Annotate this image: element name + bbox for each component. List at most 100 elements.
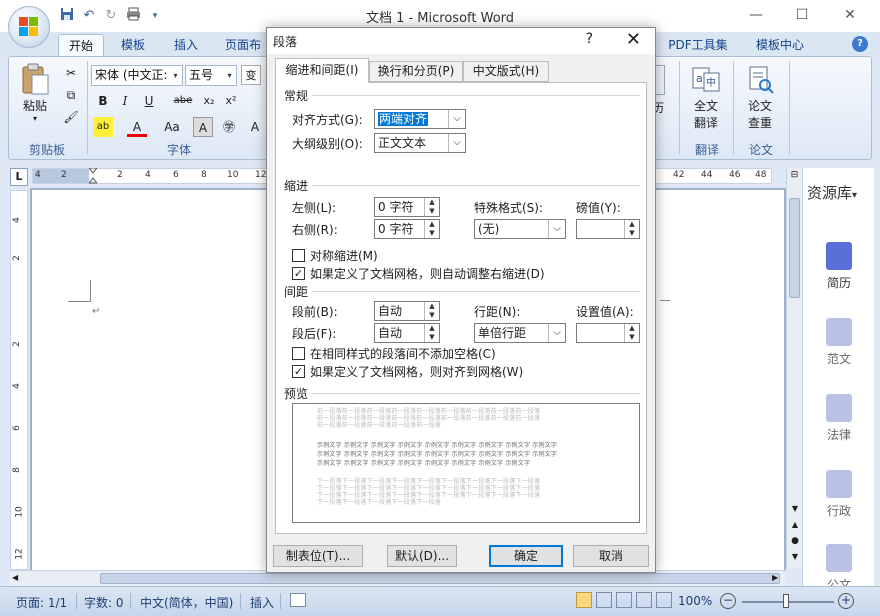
panel-item-essay[interactable]: 范文	[803, 318, 875, 367]
space-after-input[interactable]: 自动 ▲ ▼	[374, 323, 440, 343]
indent-by-input[interactable]: ▲ ▼	[576, 219, 640, 239]
strikethrough-button[interactable]: abe	[173, 91, 193, 111]
line-spacing-select[interactable]: 单倍行距 ⌵	[474, 323, 566, 343]
prev-page-icon[interactable]: ▲	[789, 520, 801, 529]
chevron-down-icon: ⌵	[448, 134, 465, 152]
char-shading-button[interactable]: A	[193, 117, 213, 137]
outline-view-icon[interactable]	[636, 592, 652, 608]
help-icon[interactable]: ?	[586, 31, 593, 47]
zoom-level[interactable]: 100%	[678, 594, 712, 608]
word-count[interactable]: 字数: 0	[84, 594, 124, 611]
vertical-scrollbar[interactable]: ⊟ ▼ ▲ ● ▼	[786, 168, 802, 568]
section-general: 常规	[284, 89, 309, 103]
scroll-down-icon[interactable]: ▼	[789, 504, 801, 513]
superscript-button[interactable]: x²	[221, 91, 241, 111]
zoom-out-icon[interactable]: −	[720, 593, 736, 609]
spinner-icon[interactable]: ▲ ▼	[624, 324, 639, 342]
paper-check-button[interactable]: 论文 查重	[737, 65, 783, 131]
divider	[312, 185, 640, 186]
auto-adjust-indent-checkbox[interactable]: ✓	[292, 267, 305, 280]
print-layout-icon[interactable]	[576, 592, 592, 608]
tab-page-layout[interactable]: 页面布	[220, 34, 266, 56]
browse-object-icon[interactable]: ●	[789, 536, 801, 546]
draft-view-icon[interactable]	[656, 592, 672, 608]
spinner-icon[interactable]: ▲ ▼	[624, 220, 639, 238]
phonetic-guide-icon[interactable]: 变	[241, 65, 261, 85]
set-default-button[interactable]: 默认(D)...	[387, 545, 457, 567]
space-before-input[interactable]: 自动 ▲ ▼	[374, 301, 440, 321]
alignment-label: 对齐方式(G):	[292, 113, 363, 127]
spacing-at-input[interactable]: ▲ ▼	[576, 323, 640, 343]
spinner-icon[interactable]: ▲ ▼	[424, 220, 439, 238]
alignment-select[interactable]: 两端对齐 ⌵	[374, 109, 466, 129]
cut-icon[interactable]: ✂	[61, 63, 81, 83]
scroll-left-icon[interactable]: ◀	[12, 573, 18, 582]
web-layout-icon[interactable]	[616, 592, 632, 608]
help-icon[interactable]: ?	[852, 36, 868, 52]
left-indent-input[interactable]: 0 字符 ▲ ▼	[374, 197, 440, 217]
font-color-button[interactable]: A	[127, 117, 147, 137]
insert-mode[interactable]: 插入	[250, 594, 274, 611]
tab-insert[interactable]: 插入	[166, 34, 206, 56]
scroll-toggle-icon[interactable]: ⊟	[788, 170, 801, 184]
scroll-thumb[interactable]	[789, 198, 800, 298]
special-indent-select[interactable]: (无) ⌵	[474, 219, 566, 239]
snap-to-grid-checkbox[interactable]: ✓	[292, 365, 305, 378]
vertical-ruler[interactable]: 4 2 2 4 6 8 10 12	[10, 190, 28, 570]
macro-record-icon[interactable]	[290, 593, 306, 607]
no-space-same-style-checkbox[interactable]	[292, 347, 305, 360]
indent-marker-icon[interactable]	[87, 167, 99, 184]
outline-level-select[interactable]: 正文文本 ⌵	[374, 133, 466, 153]
close-button[interactable]: ✕	[830, 4, 870, 26]
bold-button[interactable]: B	[93, 91, 113, 111]
tab-pdf-tools[interactable]: PDF工具集	[660, 34, 736, 56]
official-doc-icon	[826, 544, 852, 572]
subscript-button[interactable]: x₂	[199, 91, 219, 111]
panel-title[interactable]: 资源库▾	[807, 182, 857, 203]
paste-button[interactable]: 粘贴 ▾	[15, 63, 55, 123]
underline-button[interactable]: U	[139, 91, 159, 111]
tab-asian-typography[interactable]: 中文版式(H)	[463, 61, 549, 82]
tab-templates[interactable]: 模板	[112, 34, 154, 56]
highlight-button[interactable]: ab	[93, 117, 113, 137]
font-name-combo[interactable]: 宋体 (中文正: ▾	[91, 65, 183, 86]
paste-label: 粘贴	[22, 99, 47, 113]
maximize-button[interactable]: ☐	[782, 4, 822, 26]
font-size-combo[interactable]: 五号 ▾	[185, 65, 237, 86]
copy-icon[interactable]: ⧉	[61, 85, 81, 105]
panel-item-official[interactable]: 公文	[803, 544, 875, 586]
panel-item-law[interactable]: 法律	[803, 394, 875, 443]
minimize-button[interactable]: —	[736, 4, 776, 26]
right-indent-input[interactable]: 0 字符 ▲ ▼	[374, 219, 440, 239]
tabs-button[interactable]: 制表位(T)...	[273, 545, 363, 567]
change-case-button[interactable]: Aa	[159, 117, 185, 137]
next-page-icon[interactable]: ▼	[789, 552, 801, 561]
reading-view-icon[interactable]	[596, 592, 612, 608]
tab-template-center[interactable]: 模板中心	[748, 34, 812, 56]
page-count[interactable]: 页面: 1/1	[16, 594, 67, 611]
close-icon[interactable]: ✕	[626, 29, 641, 50]
tab-indent-spacing[interactable]: 缩进和间距(I)	[275, 58, 369, 83]
format-painter-icon[interactable]: 🖌	[61, 107, 81, 127]
spinner-icon[interactable]: ▲ ▼	[424, 302, 439, 320]
panel-item-resume[interactable]: 简历	[803, 242, 875, 291]
spinner-icon[interactable]: ▲ ▼	[424, 198, 439, 216]
language[interactable]: 中文(简体，中国)	[140, 594, 233, 611]
enclose-char-button[interactable]: ㊫	[219, 117, 239, 137]
grow-font-button[interactable]: A	[245, 117, 265, 137]
office-button[interactable]	[8, 6, 50, 48]
mirror-indents-checkbox[interactable]	[292, 249, 305, 262]
panel-item-admin[interactable]: 行政	[803, 470, 875, 519]
spinner-icon[interactable]: ▲ ▼	[424, 324, 439, 342]
zoom-in-icon[interactable]: +	[838, 593, 854, 609]
scroll-thumb[interactable]	[100, 573, 780, 584]
scroll-right-icon[interactable]: ▶	[772, 573, 778, 582]
italic-button[interactable]: I	[115, 91, 135, 111]
zoom-slider-thumb[interactable]	[783, 594, 789, 608]
tab-home[interactable]: 开始	[58, 34, 104, 56]
ok-button[interactable]: 确定	[489, 545, 563, 567]
tab-line-page-breaks[interactable]: 换行和分页(P)	[369, 61, 463, 82]
cancel-button[interactable]: 取消	[573, 545, 649, 567]
tab-selector[interactable]: L	[10, 168, 28, 186]
full-translate-button[interactable]: a 中 全文 翻译	[683, 65, 729, 131]
